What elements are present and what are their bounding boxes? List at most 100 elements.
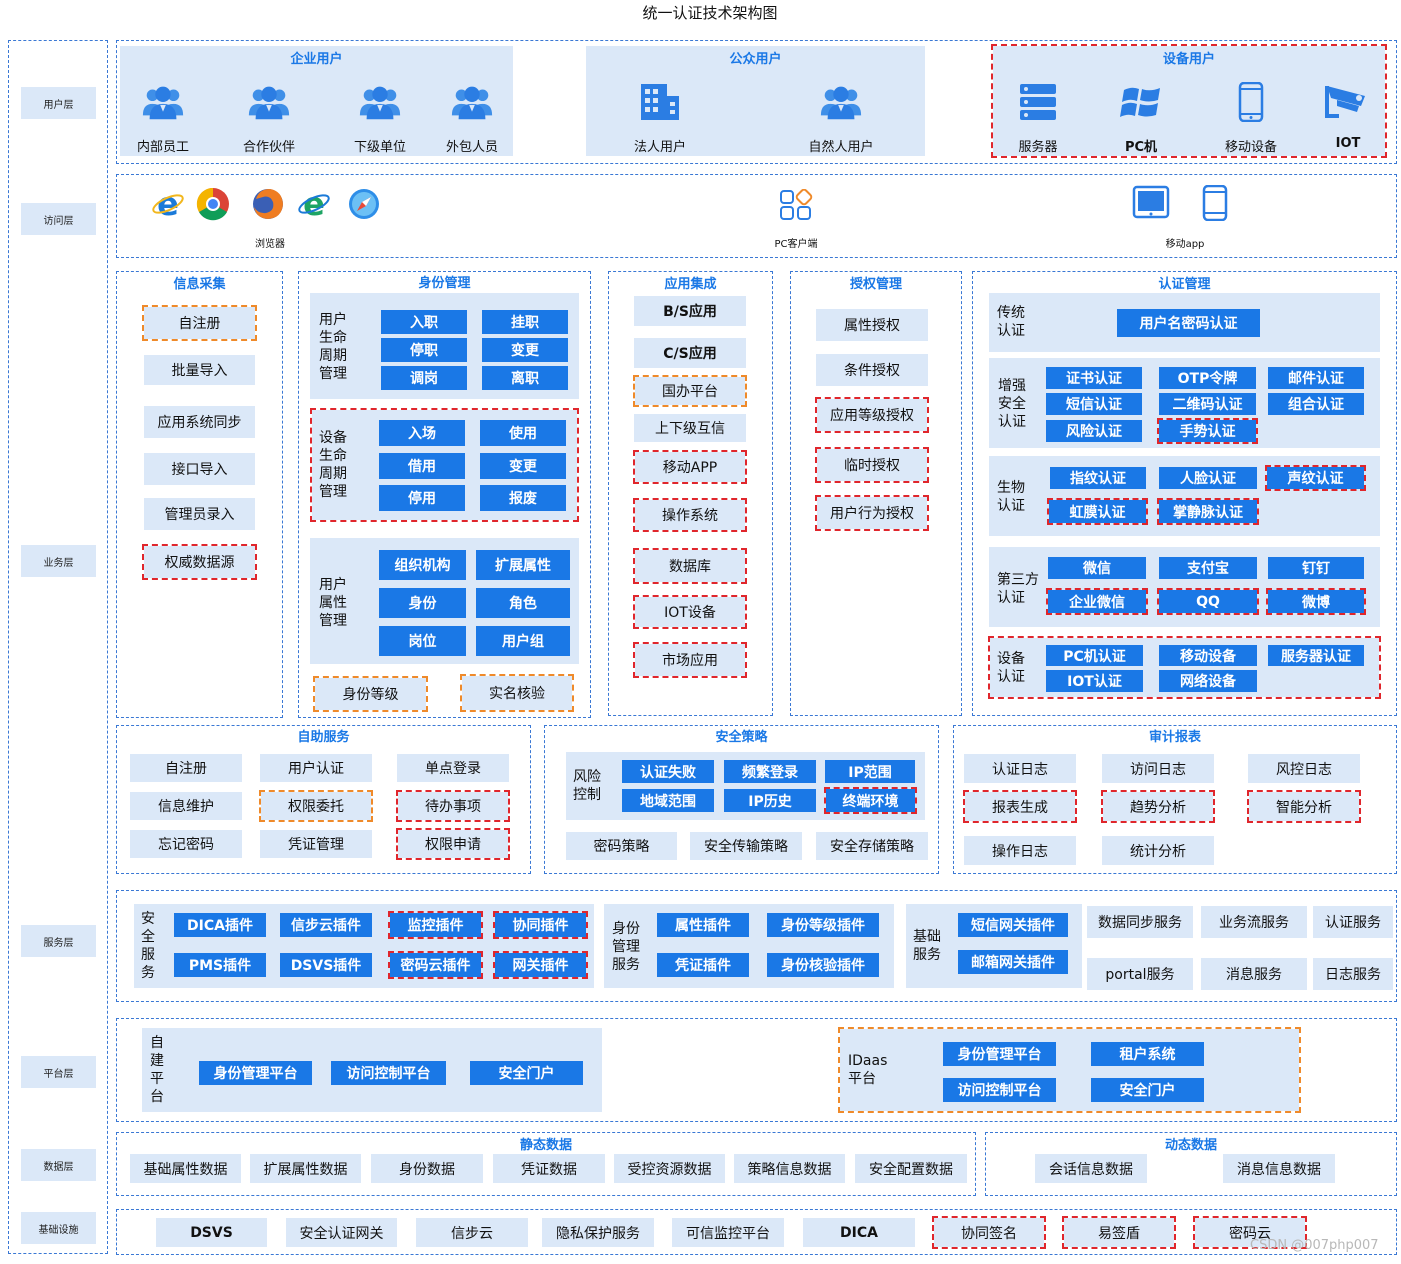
auth-item[interactable]: 网络设备 xyxy=(1159,670,1257,692)
data-item[interactable]: 策略信息数据 xyxy=(734,1154,845,1183)
lifecycle-item[interactable]: 调岗 xyxy=(381,366,467,390)
data-item[interactable]: 消息信息数据 xyxy=(1223,1154,1335,1183)
service-item[interactable]: 业务流服务 xyxy=(1201,906,1307,938)
attr-item[interactable]: 角色 xyxy=(476,588,570,618)
auth-item[interactable]: 掌静脉认证 xyxy=(1157,498,1259,525)
auth-item[interactable]: 风险认证 xyxy=(1046,420,1142,442)
device-lifecycle-item[interactable]: 使用 xyxy=(480,420,566,446)
data-item[interactable]: 受控资源数据 xyxy=(614,1154,725,1183)
app-item[interactable]: 移动APP xyxy=(633,450,747,484)
self-service-item[interactable]: 用户认证 xyxy=(260,754,372,782)
auth-item[interactable]: 支付宝 xyxy=(1159,557,1257,579)
authz-item[interactable]: 属性授权 xyxy=(816,309,928,341)
lifecycle-item[interactable]: 入职 xyxy=(381,310,467,334)
auth-item[interactable]: 用户名密码认证 xyxy=(1117,309,1260,337)
platform-item[interactable]: 身份管理平台 xyxy=(199,1061,312,1085)
policy-item[interactable]: 密码策略 xyxy=(566,832,677,860)
audit-item[interactable]: 趋势分析 xyxy=(1101,790,1215,823)
platform-item[interactable]: 访问控制平台 xyxy=(943,1078,1056,1102)
auth-item[interactable]: 钉钉 xyxy=(1268,557,1364,579)
audit-item[interactable]: 访问日志 xyxy=(1102,754,1214,783)
audit-item[interactable]: 报表生成 xyxy=(963,790,1077,823)
plugin-item[interactable]: DSVS插件 xyxy=(280,953,372,977)
auth-item[interactable]: 组合认证 xyxy=(1268,393,1364,415)
service-item[interactable]: 消息服务 xyxy=(1201,958,1307,990)
authz-item[interactable]: 临时授权 xyxy=(815,447,929,483)
auth-item[interactable]: 服务器认证 xyxy=(1268,645,1364,666)
auth-item[interactable]: 虹膜认证 xyxy=(1047,498,1148,525)
plugin-item[interactable]: DICA插件 xyxy=(174,913,266,937)
device-lifecycle-item[interactable]: 停用 xyxy=(379,485,465,511)
auth-item[interactable]: IOT认证 xyxy=(1046,670,1143,692)
lifecycle-item[interactable]: 离职 xyxy=(482,366,568,390)
device-lifecycle-item[interactable]: 入场 xyxy=(379,420,465,446)
service-item[interactable]: 日志服务 xyxy=(1313,958,1393,990)
app-item[interactable]: 上下级互信 xyxy=(634,414,746,442)
info-collect-item[interactable]: 应用系统同步 xyxy=(144,406,255,438)
attr-item[interactable]: 扩展属性 xyxy=(476,550,570,580)
audit-item[interactable]: 操作日志 xyxy=(964,836,1076,865)
app-item[interactable]: 市场应用 xyxy=(633,642,747,678)
audit-item[interactable]: 统计分析 xyxy=(1102,836,1214,865)
data-item[interactable]: 会话信息数据 xyxy=(1035,1154,1147,1183)
plugin-item[interactable]: 短信网关插件 xyxy=(958,913,1068,937)
auth-item[interactable]: 证书认证 xyxy=(1046,367,1142,389)
auth-item[interactable]: 微信 xyxy=(1048,557,1146,579)
attr-item[interactable]: 组织机构 xyxy=(379,550,466,580)
app-item[interactable]: IOT设备 xyxy=(633,595,747,629)
policy-item[interactable]: 安全传输策略 xyxy=(690,832,802,860)
auth-item[interactable]: 二维码认证 xyxy=(1159,393,1256,415)
info-collect-item[interactable]: 批量导入 xyxy=(144,355,255,385)
attr-item[interactable]: 身份 xyxy=(379,588,466,618)
auth-item[interactable]: 邮件认证 xyxy=(1268,367,1364,389)
self-service-item[interactable]: 权限申请 xyxy=(396,828,510,860)
infra-item[interactable]: DSVS xyxy=(156,1218,267,1247)
platform-item[interactable]: 身份管理平台 xyxy=(943,1042,1056,1066)
policy-item[interactable]: 安全存储策略 xyxy=(816,832,928,860)
plugin-item[interactable]: PMS插件 xyxy=(174,953,266,977)
info-collect-item[interactable]: 接口导入 xyxy=(144,453,255,485)
service-item[interactable]: 认证服务 xyxy=(1313,906,1393,938)
app-item[interactable]: 国办平台 xyxy=(633,375,747,407)
real-name-verify[interactable]: 实名核验 xyxy=(460,674,574,712)
auth-item[interactable]: 手势认证 xyxy=(1157,418,1258,444)
self-service-item[interactable]: 自注册 xyxy=(130,754,242,782)
risk-item[interactable]: 频繁登录 xyxy=(724,760,816,783)
auth-item[interactable]: 声纹认证 xyxy=(1265,465,1366,491)
app-item[interactable]: C/S应用 xyxy=(634,338,746,368)
infra-item[interactable]: 协同签名 xyxy=(932,1216,1046,1249)
service-item[interactable]: portal服务 xyxy=(1087,958,1193,990)
risk-item[interactable]: 终端环境 xyxy=(824,787,917,814)
audit-item[interactable]: 风控日志 xyxy=(1248,754,1360,783)
platform-item[interactable]: 访问控制平台 xyxy=(331,1061,446,1085)
risk-item[interactable]: IP范围 xyxy=(825,760,915,783)
authz-item[interactable]: 条件授权 xyxy=(816,354,928,386)
plugin-item[interactable]: 网关插件 xyxy=(493,951,588,979)
infra-item[interactable]: 隐私保护服务 xyxy=(542,1218,654,1247)
self-service-item[interactable]: 待办事项 xyxy=(396,790,510,822)
lifecycle-item[interactable]: 停职 xyxy=(381,338,467,362)
platform-item[interactable]: 安全门户 xyxy=(470,1061,583,1085)
auth-item[interactable]: 短信认证 xyxy=(1046,393,1142,415)
plugin-item[interactable]: 信步云插件 xyxy=(280,913,372,937)
data-item[interactable]: 安全配置数据 xyxy=(855,1154,967,1183)
platform-item[interactable]: 安全门户 xyxy=(1091,1078,1204,1102)
self-service-item[interactable]: 权限委托 xyxy=(259,790,373,822)
infra-item[interactable]: 可信监控平台 xyxy=(672,1218,784,1247)
infra-item[interactable]: DICA xyxy=(803,1218,915,1247)
plugin-item[interactable]: 监控插件 xyxy=(388,911,483,939)
attr-item[interactable]: 用户组 xyxy=(476,626,570,656)
data-item[interactable]: 凭证数据 xyxy=(493,1154,605,1183)
plugin-item[interactable]: 邮箱网关插件 xyxy=(958,950,1068,974)
device-lifecycle-item[interactable]: 报废 xyxy=(480,485,566,511)
attr-item[interactable]: 岗位 xyxy=(379,626,466,656)
infra-item[interactable]: 信步云 xyxy=(416,1218,528,1247)
auth-item[interactable]: PC机认证 xyxy=(1046,645,1143,666)
plugin-item[interactable]: 属性插件 xyxy=(657,913,749,937)
plugin-item[interactable]: 凭证插件 xyxy=(657,953,749,977)
plugin-item[interactable]: 协同插件 xyxy=(493,911,588,939)
info-collect-item[interactable]: 自注册 xyxy=(142,305,257,341)
auth-item[interactable]: OTP令牌 xyxy=(1159,367,1256,389)
info-collect-item[interactable]: 管理员录入 xyxy=(144,498,255,530)
plugin-item[interactable]: 身份等级插件 xyxy=(767,913,879,937)
